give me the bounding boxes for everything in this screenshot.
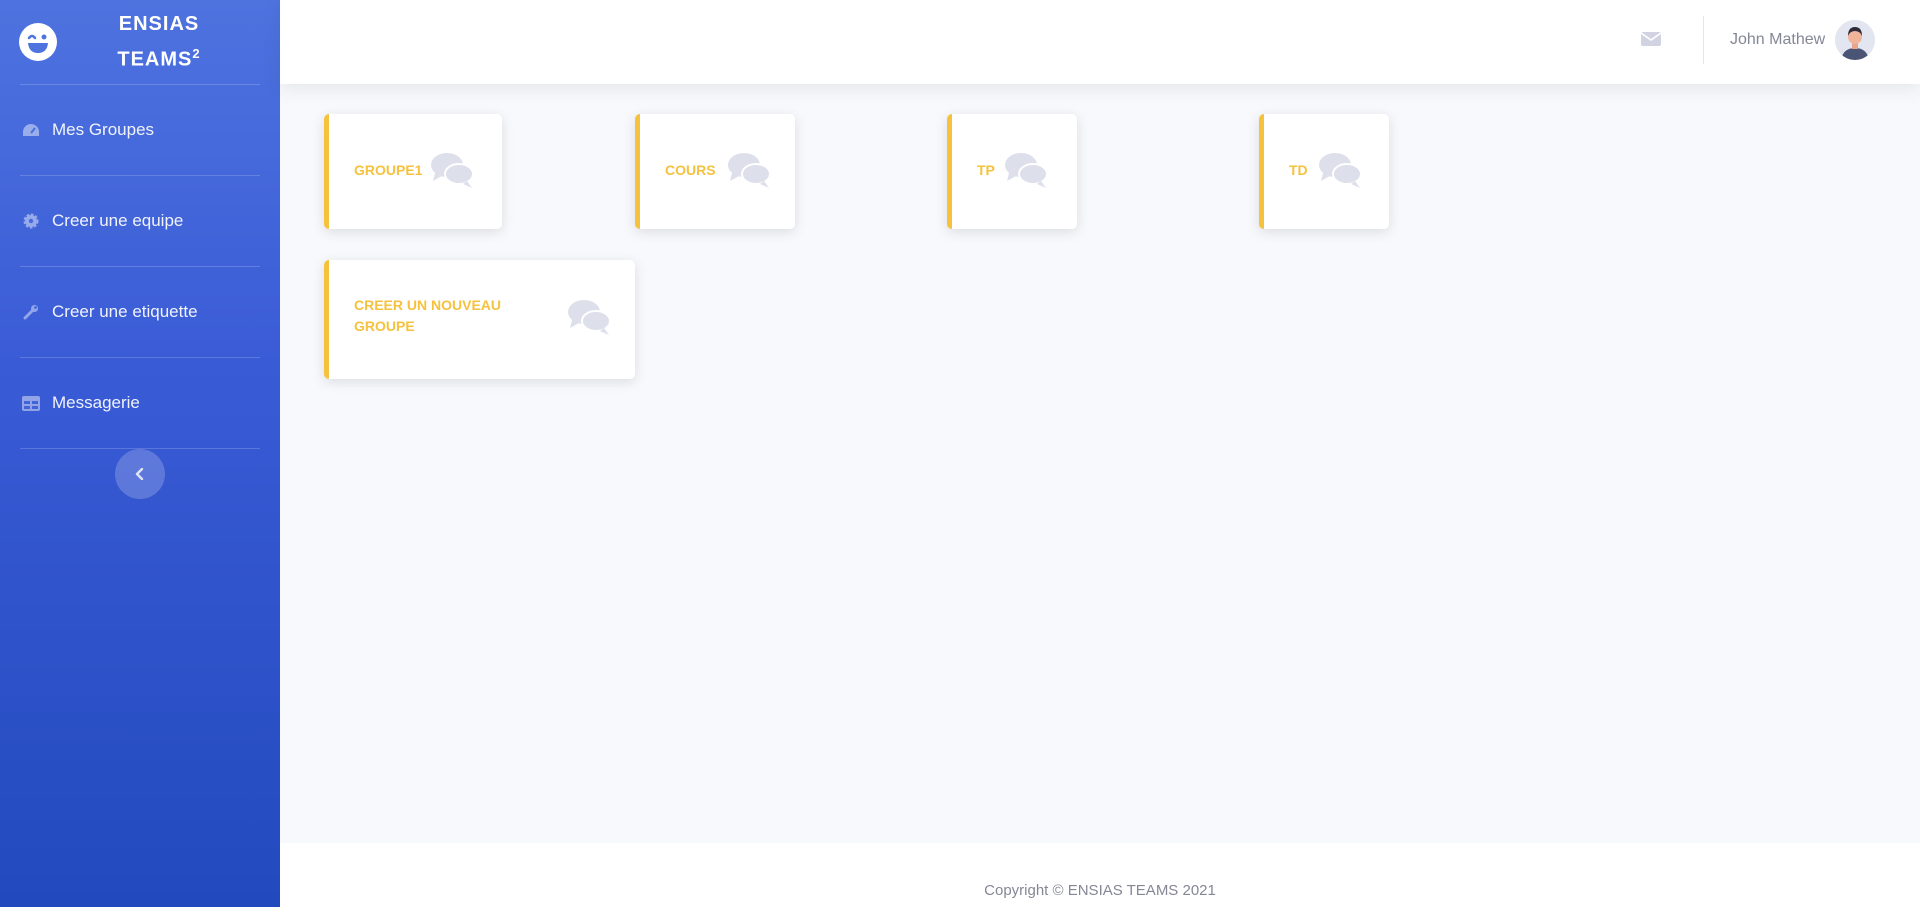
wrench-icon xyxy=(22,303,40,321)
gear-icon xyxy=(22,212,40,230)
sidebar-item-label: Creer une etiquette xyxy=(52,302,198,321)
comments-icon xyxy=(1005,153,1048,188)
sidebar-item-messagerie[interactable]: Messagerie xyxy=(0,358,280,448)
copyright-text: Copyright © ENSIAS TEAMS 2021 xyxy=(984,882,1216,899)
user-name: John Mathew xyxy=(1730,31,1826,48)
card-title: GROUPE1 xyxy=(354,162,423,178)
brand-line1: ENSIAS xyxy=(118,12,200,35)
chevron-left-icon xyxy=(135,468,144,480)
brand-title: ENSIAS TEAMS2 xyxy=(58,10,280,75)
sidebar-toggle-button[interactable] xyxy=(115,449,165,499)
laugh-wink-icon xyxy=(19,23,57,61)
sidebar-item-creer-equipe[interactable]: Creer une equipe xyxy=(0,176,280,266)
user-menu[interactable]: John Mathew xyxy=(1730,20,1876,60)
create-group-card[interactable]: CREER UN NOUVEAU GROUPE xyxy=(324,260,635,379)
sidebar-item-mes-groupes[interactable]: Mes Groupes xyxy=(0,85,280,175)
topbar: John Mathew xyxy=(280,0,1920,84)
envelope-icon[interactable] xyxy=(1640,30,1662,48)
group-card-td[interactable]: TD xyxy=(1259,114,1389,229)
card-title: TP xyxy=(977,162,995,178)
comments-icon xyxy=(728,153,771,188)
group-card-cours[interactable]: COURS xyxy=(635,114,795,229)
sidebar-item-creer-etiquette[interactable]: Creer une etiquette xyxy=(0,267,280,357)
brand-line2: TEAMS2 xyxy=(117,45,201,71)
comments-icon xyxy=(1319,153,1362,188)
tachometer-icon xyxy=(22,121,40,139)
sidebar-item-label: Messagerie xyxy=(52,393,140,412)
card-title: TD xyxy=(1289,162,1308,178)
sidebar: ENSIAS TEAMS2 Mes Groupes Creer une equi… xyxy=(0,0,280,907)
brand[interactable]: ENSIAS TEAMS2 xyxy=(0,0,280,84)
comments-icon xyxy=(568,300,611,335)
sidebar-item-label: Creer une equipe xyxy=(52,211,184,230)
sidebar-item-label: Mes Groupes xyxy=(52,120,155,139)
avatar xyxy=(1835,20,1876,60)
group-card-tp[interactable]: TP xyxy=(947,114,1077,229)
card-title: CREER UN NOUVEAU GROUPE xyxy=(354,297,502,334)
card-title: COURS xyxy=(665,162,716,178)
topbar-divider xyxy=(1703,16,1704,64)
table-icon xyxy=(22,394,40,412)
group-card-groupe1[interactable]: GROUPE1 xyxy=(324,114,502,229)
footer: Copyright © ENSIAS TEAMS 2021 xyxy=(280,843,1920,907)
comments-icon xyxy=(431,153,474,188)
